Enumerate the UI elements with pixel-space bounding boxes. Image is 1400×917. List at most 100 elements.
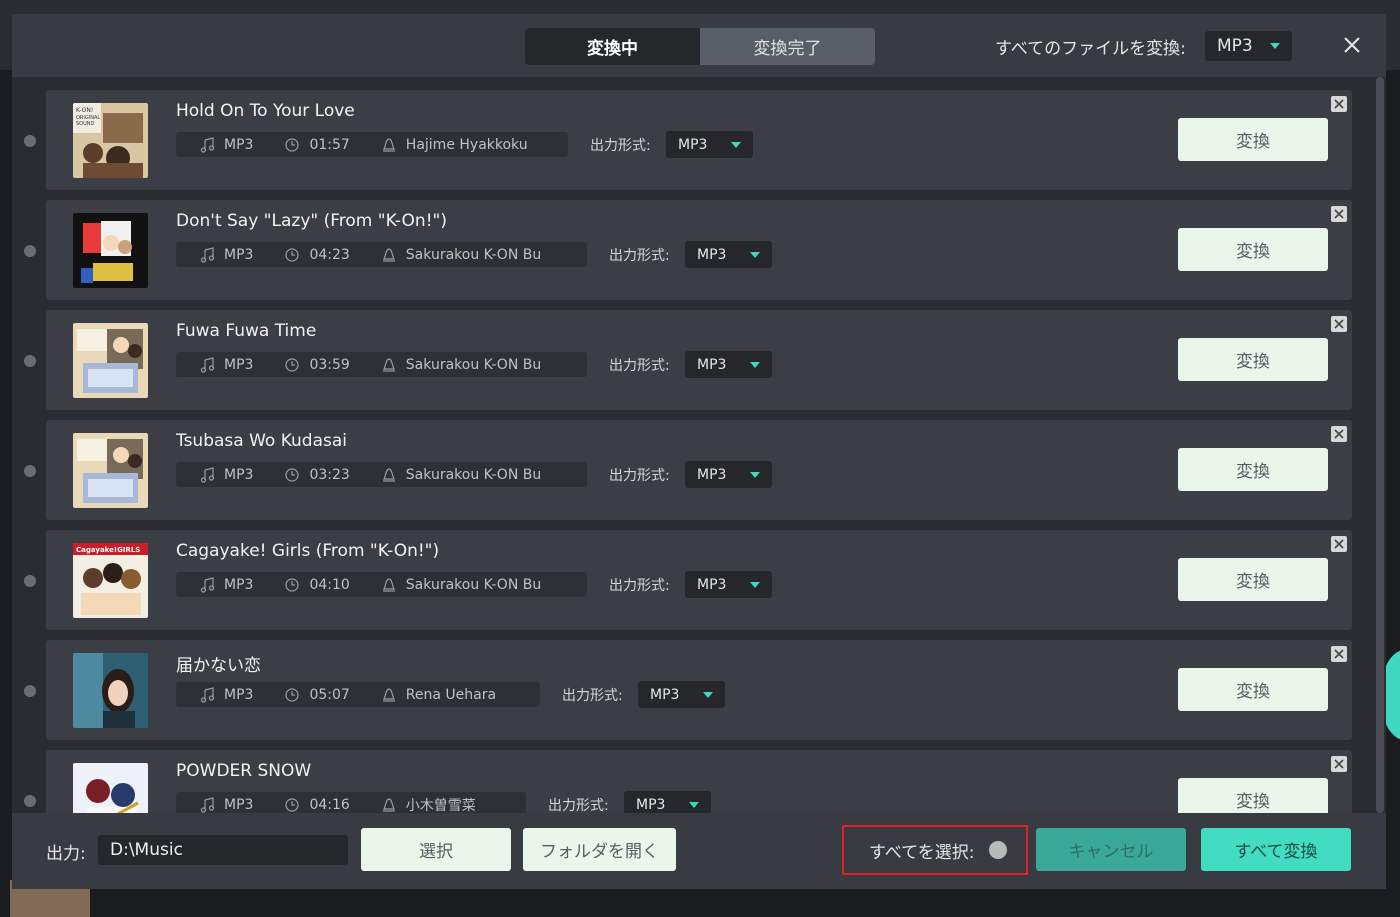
track-row: Fuwa Fuwa Time MP3 03:59 Sakurakou K-ON Bu 出… [12,310,1374,410]
remove-track-button[interactable] [1331,96,1347,112]
output-format-label: 出力形式: [609,468,670,484]
artist-icon [381,137,397,153]
track-title: Hold On To Your Love [176,101,355,121]
remove-track-button[interactable] [1331,536,1347,552]
album-art-image [73,323,148,398]
convert-all-format-select[interactable]: MP3 [1205,31,1292,61]
output-format-select[interactable]: MP3 [638,681,725,708]
music-note-icon [199,466,215,483]
convert-button[interactable]: 変換 [1178,338,1328,381]
meta-duration-value: 04:23 [309,246,350,263]
convert-button[interactable]: 変換 [1178,448,1328,491]
clock-icon [284,247,300,263]
track-title: Cagayake! Girls (From "K-On!") [176,541,440,561]
meta-duration-value: 05:07 [309,686,350,703]
artist-icon [381,687,397,703]
remove-track-button[interactable] [1331,646,1347,662]
track-row: Cagayake!GIRLS Cagayake! Girls (From "K-O… [12,530,1374,630]
album-art-image [73,763,148,813]
convert-button[interactable]: 変換 [1178,668,1328,711]
tab-converted[interactable]: 変換完了 [700,28,875,65]
output-format-label: 出力形式: [548,798,609,813]
track-title: Don't Say "Lazy" (From "K-On!") [176,211,447,231]
close-icon [1331,756,1347,772]
convert-button[interactable]: 変換 [1178,558,1328,601]
track-title: Tsubasa Wo Kudasai [176,431,347,451]
meta-artist-value: Sakurakou K-ON Bu [405,466,542,483]
select-folder-button[interactable]: 選択 [361,828,511,871]
meta-format: MP3 [199,137,253,153]
music-note-icon [199,686,215,703]
select-all-toggle[interactable]: すべてを選択: [842,825,1028,875]
meta-format-value: MP3 [224,796,254,813]
music-note-icon [199,136,215,153]
output-format-select[interactable]: MP3 [685,241,772,268]
track-row: POWDER SNOW MP3 04:16 小木曽雪菜 出力形式: MP3 変換 [12,750,1374,813]
remove-track-button[interactable] [1331,206,1347,222]
output-format-select[interactable]: MP3 [685,351,772,378]
artist-icon [381,357,397,373]
output-format-select[interactable]: MP3 [666,131,753,158]
convert-button[interactable]: 変換 [1178,778,1328,813]
output-format-select[interactable]: MP3 [685,461,772,488]
tab-converting[interactable]: 変換中 [525,28,700,65]
close-icon [1344,37,1360,53]
meta-format: MP3 [199,357,253,373]
dropdown-arrow-icon [750,362,760,368]
meta-duration: 04:10 [284,577,350,593]
scrollbar-thumb[interactable] [1376,77,1384,813]
row-select-bullet[interactable] [24,575,36,587]
track-list[interactable]: K-ON! ORIGINAL SOUND Hold On To Your Love MP… [12,77,1386,813]
row-select-bullet[interactable] [24,355,36,367]
track-card: Tsubasa Wo Kudasai MP3 03:23 Sakurakou K-ON… [46,420,1352,520]
album-cover [73,433,148,508]
meta-duration-value: 03:59 [309,356,350,373]
cancel-button[interactable]: キャンセル [1036,828,1186,871]
clock-icon [284,797,300,813]
meta-format: MP3 [199,247,253,263]
album-art-image: Cagayake!GIRLS [73,543,148,618]
meta-duration-value: 04:16 [309,796,350,813]
meta-format-value: MP3 [224,576,254,593]
output-format-label: 出力形式: [609,248,670,264]
remove-track-button[interactable] [1331,426,1347,442]
select-all-radio[interactable] [988,841,1007,859]
album-cover [73,763,148,813]
svg-text:SOUND: SOUND [76,121,95,127]
remove-track-button[interactable] [1331,756,1347,772]
output-format-select[interactable]: MP3 [685,571,772,598]
convert-all-button[interactable]: すべて変換 [1201,828,1351,871]
clock-icon [284,577,300,593]
row-select-bullet[interactable] [24,795,36,807]
svg-text:K-ON!: K-ON! [76,107,93,114]
output-format-select[interactable]: MP3 [624,791,711,813]
convert-button[interactable]: 変換 [1178,228,1328,271]
row-select-bullet[interactable] [24,245,36,257]
clock-icon [284,137,300,153]
clock-icon [284,687,300,703]
output-path-field[interactable]: D:\Music [98,835,348,865]
close-button[interactable] [1340,33,1364,57]
track-meta: MP3 03:59 Sakurakou K-ON Bu [176,352,587,377]
track-row: K-ON! ORIGINAL SOUND Hold On To Your Love MP… [12,90,1374,190]
meta-artist-value: Sakurakou K-ON Bu [405,576,542,593]
remove-track-button[interactable] [1331,316,1347,332]
track-card: 届かない恋 MP3 05:07 Rena Uehara 出力形式: MP3 変換 [46,640,1352,740]
open-folder-button[interactable]: フォルダを開く [523,828,676,871]
track-meta: MP3 04:23 Sakurakou K-ON Bu [176,242,587,267]
row-select-bullet[interactable] [24,465,36,477]
album-cover: Cagayake!GIRLS [73,543,148,618]
output-format-label: 出力形式: [590,138,651,154]
output-label: 出力: [46,844,86,864]
svg-text:Cagayake!GIRLS: Cagayake!GIRLS [76,546,140,554]
track-title: POWDER SNOW [176,761,312,781]
row-select-bullet[interactable] [24,685,36,697]
track-card: POWDER SNOW MP3 04:16 小木曽雪菜 出力形式: MP3 変換 [46,750,1352,813]
convert-button[interactable]: 変換 [1178,118,1328,161]
album-cover [73,653,148,728]
tab-bar: 変換中 変換完了 [525,28,875,65]
dropdown-arrow-icon [750,472,760,478]
row-select-bullet[interactable] [24,135,36,147]
meta-duration: 03:59 [284,356,350,373]
track-title: Fuwa Fuwa Time [176,321,317,341]
